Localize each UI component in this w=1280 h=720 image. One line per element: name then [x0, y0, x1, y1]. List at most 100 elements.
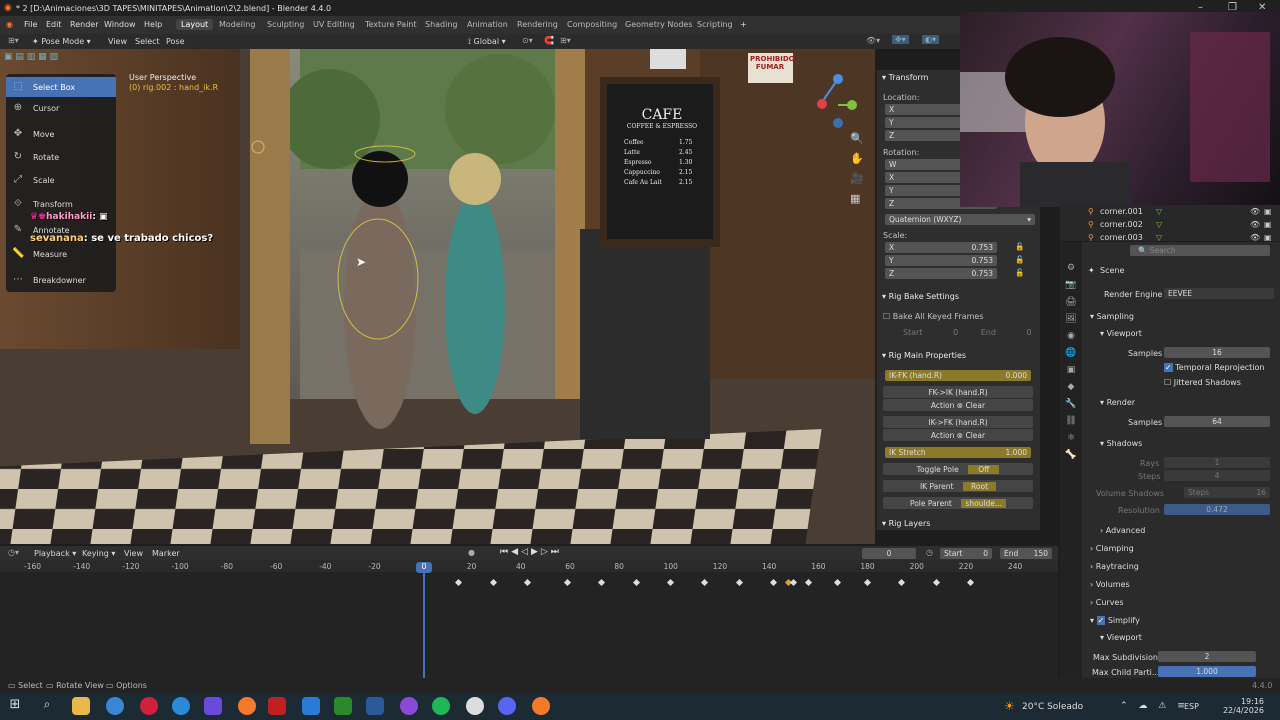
taskbar-search-icon[interactable]: ⌕ — [38, 697, 56, 715]
jittered-checkbox[interactable]: ☐ Jittered Shadows — [1164, 378, 1241, 387]
render-engine-select[interactable]: EEVEE — [1164, 288, 1274, 299]
grid-icon[interactable]: ▦ — [850, 189, 864, 209]
navigation-gizmo[interactable]: 🔍 ✋ 🎥 ▦ — [850, 129, 864, 209]
playhead-line[interactable] — [423, 572, 425, 678]
camera-visibility-icon[interactable]: ▣ — [1264, 233, 1272, 242]
viewport-subheader[interactable]: ▾ Viewport — [1100, 329, 1142, 338]
orientation-selector[interactable]: ⟟ Global ▾ — [468, 37, 506, 47]
blender-menu-icon[interactable]: ◉ — [6, 20, 13, 29]
file-explorer-icon[interactable] — [72, 697, 90, 715]
app-icon-1[interactable] — [204, 697, 222, 715]
pan-icon[interactable]: ✋ — [850, 149, 864, 169]
eye-icon[interactable]: 👁 — [1250, 220, 1260, 229]
weather-label[interactable]: 20°C Soleado — [1022, 702, 1083, 712]
tool-breakdowner[interactable]: ⋯ Breakdowner — [6, 270, 116, 290]
render-samples-field[interactable]: 64 — [1164, 416, 1270, 427]
menu-window[interactable]: Window — [104, 20, 136, 29]
tab-scripting[interactable]: Scripting — [692, 19, 738, 30]
lock-icon[interactable]: 🔓 — [1015, 255, 1024, 264]
viewport-samples-field[interactable]: 16 — [1164, 347, 1270, 358]
zoom-icon[interactable]: 🔍 — [850, 129, 864, 149]
action-button-2[interactable]: Action — [931, 431, 955, 440]
toggle-pole-value[interactable]: Off — [968, 465, 1000, 474]
sampling-header[interactable]: ▾ Sampling — [1090, 312, 1134, 321]
photos-icon[interactable] — [302, 697, 320, 715]
render-subheader[interactable]: ▾ Render — [1100, 398, 1135, 407]
volume-steps-field[interactable]: Steps 16 — [1184, 487, 1270, 498]
max-subdivision-field[interactable]: 2 — [1158, 651, 1256, 662]
lock-icon[interactable]: 🔓 — [1015, 242, 1024, 251]
keyframe[interactable] — [666, 578, 675, 587]
ikfk-slider[interactable]: IK-FK (hand.R) 0.000 — [885, 370, 1031, 381]
rotation-mode-select[interactable]: Quaternion (WXYZ) ▾ — [885, 214, 1035, 225]
app-icon-2[interactable] — [400, 697, 418, 715]
keyframe[interactable] — [524, 578, 532, 587]
simplify-check-icon[interactable]: ✓ — [1096, 616, 1106, 625]
scl-field-z[interactable]: Z 0.753 🔓 — [885, 268, 1024, 279]
keyframe[interactable] — [863, 578, 871, 587]
rays-field[interactable]: 1 — [1164, 457, 1270, 468]
chrome-icon[interactable] — [106, 697, 124, 715]
rig-bake-header[interactable]: ▾ Rig Bake Settings — [882, 292, 959, 301]
scl-field-x[interactable]: X 0.753 🔓 — [885, 242, 1024, 253]
ik-to-fk-button[interactable]: IK->FK (hand.R) — [883, 416, 1033, 428]
clock[interactable]: 19:16 22/4/2026 — [1214, 697, 1264, 715]
ik-parent-row[interactable]: IK Parent Root — [883, 480, 1033, 492]
simplify-header[interactable]: ▾ ✓ Simplify — [1090, 616, 1140, 625]
keyframe[interactable] — [455, 578, 463, 587]
outliner-row[interactable]: ⚲ corner.001 ▽ 👁 ▣ — [1060, 207, 1280, 219]
action-button[interactable]: Action — [931, 401, 955, 410]
tool-cursor[interactable]: ⊕ Cursor — [6, 98, 116, 118]
tab-sculpting[interactable]: Sculpting — [262, 19, 309, 30]
steps-field[interactable]: 4 — [1164, 470, 1270, 481]
windows-start-icon[interactable]: ⊞ — [6, 697, 24, 715]
edge-icon[interactable] — [172, 697, 190, 715]
keyframe[interactable] — [598, 578, 606, 587]
outliner-row[interactable]: ⚲ corner.002 ▽ 👁 ▣ — [1060, 220, 1280, 232]
advanced-header[interactable]: › Advanced — [1100, 526, 1145, 535]
object-data-icon[interactable]: ▽ — [1156, 233, 1162, 242]
keyframe[interactable] — [932, 578, 940, 587]
keyframe-area[interactable] — [0, 546, 1058, 678]
toggle-pole-row[interactable]: Toggle Pole Off — [883, 463, 1033, 475]
volumes-header[interactable]: › Volumes — [1090, 580, 1130, 589]
camera-visibility-icon[interactable]: ▣ — [1264, 207, 1272, 216]
tab-uv-editing[interactable]: UV Editing — [308, 19, 360, 30]
blender-taskbar-icon[interactable] — [238, 697, 256, 715]
pole-parent-value[interactable]: shoulde... — [961, 499, 1007, 508]
tab-layout[interactable]: Layout — [176, 19, 214, 30]
pose-menu[interactable]: Pose — [166, 37, 185, 46]
tab-modeling[interactable]: Modeling — [214, 19, 260, 30]
resolution-field[interactable]: 0.472 — [1164, 504, 1270, 515]
menu-file[interactable]: File — [24, 20, 37, 29]
select-menu[interactable]: Select — [135, 37, 160, 46]
keyframe[interactable] — [489, 578, 497, 587]
curves-header[interactable]: › Curves — [1090, 598, 1124, 607]
keyframe[interactable] — [770, 578, 778, 587]
max-child-field[interactable]: 1.000 — [1158, 666, 1256, 677]
tool-select-box[interactable]: ⬚ Select Box — [6, 77, 116, 97]
clear-button[interactable]: Clear — [965, 401, 985, 410]
view-menu[interactable]: View — [108, 37, 127, 46]
eye-icon[interactable]: 👁 — [1250, 207, 1260, 216]
blender-active-icon[interactable] — [532, 697, 550, 715]
obs-icon[interactable] — [466, 697, 484, 715]
property-tab-icons[interactable]: ⚙ 📷 🖨 🖼 ◉ 🌐 ▣ ◆ 🔧 ⛓ ⚛ 🦴 — [1060, 242, 1082, 464]
menu-render[interactable]: Render — [70, 20, 98, 29]
tool-measure[interactable]: 📏 Measure — [6, 244, 116, 264]
discord-icon[interactable] — [498, 697, 516, 715]
keyframe[interactable] — [898, 578, 906, 587]
menu-edit[interactable]: Edit — [46, 20, 62, 29]
scl-field-y[interactable]: Y 0.753 🔓 — [885, 255, 1024, 266]
select-mode-icons[interactable]: ▣ ▤ ▥ ▦ ▧ — [4, 52, 58, 62]
tool-rotate[interactable]: ↻ Rotate — [6, 147, 116, 167]
tab-compositing[interactable]: Compositing — [562, 19, 622, 30]
tab-shading[interactable]: Shading — [420, 19, 463, 30]
spotify-icon[interactable] — [432, 697, 450, 715]
temporal-checkbox[interactable]: ✓ Temporal Reprojection — [1164, 363, 1265, 372]
transform-header[interactable]: ▾ Transform — [882, 73, 928, 82]
ik-stretch-slider[interactable]: IK Stretch 1.000 — [885, 447, 1031, 458]
language-label[interactable]: ESP — [1184, 702, 1199, 711]
pole-parent-row[interactable]: Pole Parent shoulde... — [883, 497, 1033, 509]
tray-icons[interactable]: ⌃ ☁ ⚠ ≡ — [1120, 701, 1189, 711]
